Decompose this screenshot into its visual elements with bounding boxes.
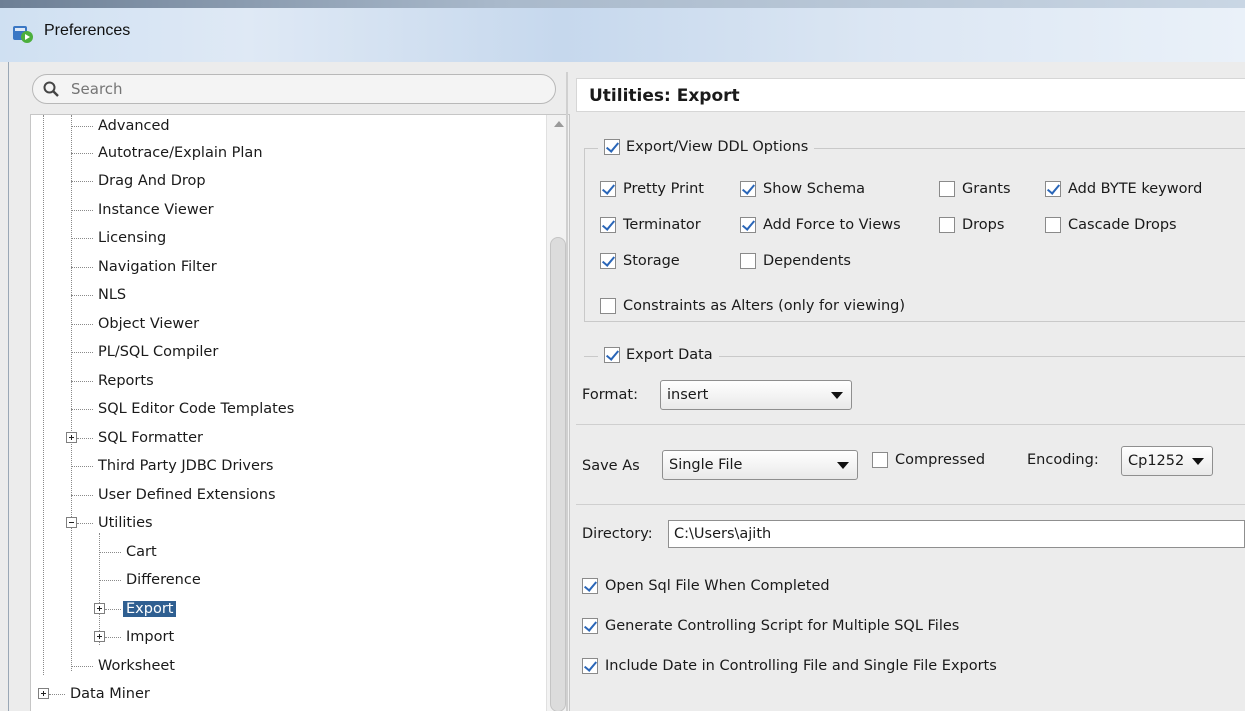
tree-item-navigation-filter[interactable]: Navigation Filter — [95, 255, 220, 279]
tree-item-instance-viewer[interactable]: Instance Viewer — [95, 198, 217, 222]
tree-item-licensing[interactable]: Licensing — [95, 226, 169, 250]
tree-item-data-miner[interactable]: Data Miner — [67, 682, 153, 706]
title-bar-strip — [0, 0, 1245, 8]
tree-item-sql-editor-code-templates[interactable]: SQL Editor Code Templates — [95, 397, 297, 421]
tree-guide-line — [71, 115, 72, 671]
chevron-down-icon — [1192, 458, 1204, 465]
format-label: Format: — [582, 387, 638, 403]
section-divider — [576, 504, 1245, 505]
expand-toggle-export[interactable] — [94, 603, 105, 614]
preferences-tree: Advanced Autotrace/Explain Plan Drag And… — [30, 114, 570, 711]
tree-item-utilities[interactable]: Utilities — [95, 511, 156, 535]
directory-field[interactable]: C:\Users\ajith — [668, 520, 1245, 548]
format-dropdown[interactable]: insert — [660, 380, 852, 410]
pretty-print-checkbox[interactable]: Pretty Print — [600, 177, 704, 201]
save-as-label: Save As — [582, 458, 640, 474]
tree-item-drag-and-drop[interactable]: Drag And Drop — [95, 169, 209, 193]
scrollbar-thumb[interactable] — [550, 237, 566, 711]
compressed-checkbox[interactable]: Compressed — [872, 448, 985, 472]
expand-toggle-import[interactable] — [94, 631, 105, 642]
tree-guide-line — [99, 533, 100, 645]
storage-checkbox[interactable]: Storage — [600, 249, 680, 273]
save-as-value: Single File — [669, 457, 743, 473]
export-data-checkbox[interactable] — [604, 347, 620, 363]
section-divider — [576, 424, 1245, 425]
encoding-dropdown[interactable]: Cp1252 — [1121, 446, 1213, 476]
title-bar: Preferences — [0, 0, 1245, 62]
terminator-checkbox[interactable]: Terminator — [600, 213, 701, 237]
tree-item-reports[interactable]: Reports — [95, 369, 157, 393]
tree-item-advanced[interactable]: Advanced — [95, 115, 173, 138]
include-date-checkbox[interactable]: Include Date in Controlling File and Sin… — [582, 654, 997, 678]
expand-toggle-sql-formatter[interactable] — [66, 432, 77, 443]
tree-item-cart[interactable]: Cart — [123, 540, 160, 564]
export-data-toggle[interactable]: Export Data — [598, 343, 719, 367]
expand-toggle-data-miner[interactable] — [38, 688, 49, 699]
ddl-options-toggle[interactable]: Export/View DDL Options — [598, 135, 815, 159]
grants-checkbox[interactable]: Grants — [939, 177, 1011, 201]
encoding-value: Cp1252 — [1128, 453, 1185, 469]
export-data-label: Export Data — [626, 347, 713, 363]
cascade-drops-checkbox[interactable]: Cascade Drops — [1045, 213, 1177, 237]
chevron-down-icon — [837, 462, 849, 469]
page-title: Utilities: Export — [576, 78, 1245, 112]
search-box[interactable] — [32, 74, 556, 104]
tree-item-export[interactable]: Export — [123, 597, 177, 621]
encoding-label: Encoding: — [1027, 452, 1099, 468]
settings-pane: Utilities: Export Export/View DDL Option… — [568, 72, 1245, 711]
open-sql-file-checkbox[interactable]: Open Sql File When Completed — [582, 574, 830, 598]
tree-guide-line — [43, 115, 44, 675]
add-byte-keyword-checkbox[interactable]: Add BYTE keyword — [1045, 177, 1202, 201]
tree-item-plsql-compiler[interactable]: PL/SQL Compiler — [95, 340, 221, 364]
tree-item-user-defined-extensions[interactable]: User Defined Extensions — [95, 483, 279, 507]
chevron-down-icon — [831, 392, 843, 399]
preferences-app-icon — [13, 26, 33, 43]
generate-controlling-script-checkbox[interactable]: Generate Controlling Script for Multiple… — [582, 614, 959, 638]
tree-item-worksheet[interactable]: Worksheet — [95, 654, 178, 678]
search-input[interactable] — [69, 78, 539, 100]
tree-item-third-party-jdbc-drivers[interactable]: Third Party JDBC Drivers — [95, 454, 276, 478]
tree-item-object-viewer[interactable]: Object Viewer — [95, 312, 202, 336]
ddl-options-label: Export/View DDL Options — [626, 139, 809, 155]
tree-item-autotrace[interactable]: Autotrace/Explain Plan — [95, 141, 266, 165]
search-icon — [43, 81, 59, 97]
format-value: insert — [667, 387, 709, 403]
window-title: Preferences — [44, 22, 131, 39]
show-schema-checkbox[interactable]: Show Schema — [740, 177, 865, 201]
add-force-to-views-checkbox[interactable]: Add Force to Views — [740, 213, 901, 237]
drops-checkbox[interactable]: Drops — [939, 213, 1004, 237]
collapse-toggle-utilities[interactable] — [66, 517, 77, 528]
tree-item-nls[interactable]: NLS — [95, 283, 129, 307]
dependents-checkbox[interactable]: Dependents — [740, 249, 851, 273]
directory-label: Directory: — [582, 526, 653, 542]
tree-item-sql-formatter[interactable]: SQL Formatter — [95, 426, 206, 450]
ddl-options-checkbox[interactable] — [604, 139, 620, 155]
tree-item-difference[interactable]: Difference — [123, 568, 204, 592]
save-as-dropdown[interactable]: Single File — [662, 450, 858, 480]
navigation-pane: Advanced Autotrace/Explain Plan Drag And… — [14, 72, 570, 711]
constraints-as-alters-checkbox[interactable]: Constraints as Alters (only for viewing) — [600, 294, 905, 318]
scroll-up-arrow-icon[interactable] — [554, 121, 564, 127]
tree-item-import[interactable]: Import — [123, 625, 177, 649]
